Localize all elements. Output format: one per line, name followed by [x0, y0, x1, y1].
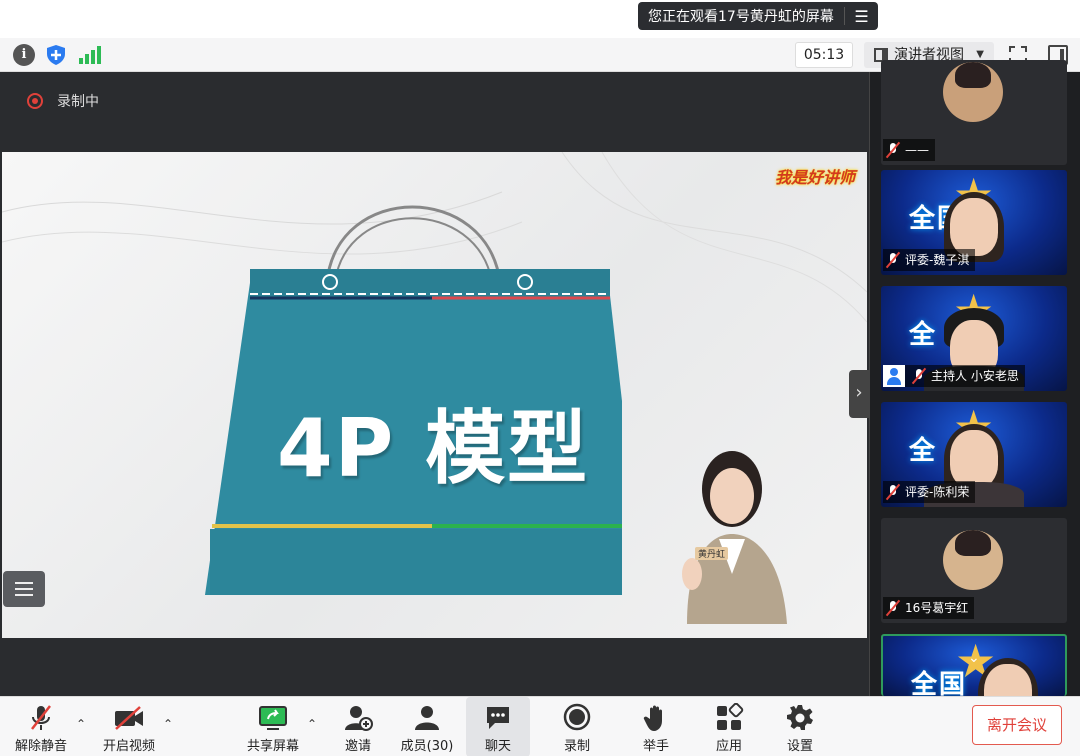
participant-label: —— — [883, 139, 935, 161]
signal-bar — [79, 58, 83, 64]
members-label: 成员(30) — [400, 739, 454, 754]
avatar — [943, 62, 1003, 122]
participant-face — [950, 430, 998, 488]
slide-logo: 我是好讲师 — [774, 168, 855, 187]
signal-bar — [85, 54, 89, 64]
mic-muted-icon — [12, 703, 70, 733]
recording-indicator: 录制中 — [27, 91, 99, 111]
gear-icon — [778, 703, 822, 733]
list-menu-icon[interactable]: ☰ — [845, 7, 878, 26]
avatar — [943, 530, 1003, 590]
participant-name: —— — [905, 143, 929, 157]
chevron-up-icon[interactable]: ⌃ — [76, 717, 86, 731]
participant-name: 16号葛宇红 — [905, 601, 969, 615]
start-video-label: 开启视频 — [102, 739, 155, 754]
chat-button[interactable]: 聊天 — [466, 697, 530, 756]
mic-muted-icon — [885, 600, 901, 616]
chevron-up-icon[interactable]: ⌃ — [307, 717, 317, 731]
apps-label: 应用 — [715, 739, 742, 754]
share-screen-button[interactable]: 共享屏幕 — [244, 697, 302, 756]
chat-icon — [466, 703, 530, 733]
list-toggle-button[interactable] — [3, 571, 45, 607]
participant-name: 评委-陈利荣 — [905, 485, 970, 499]
signal-bar — [97, 46, 101, 64]
watching-banner-text: 您正在观看17号黄丹虹的屏幕 — [648, 9, 834, 25]
presenter-name-badge: 黄丹虹 — [695, 547, 729, 560]
unmute-label: 解除静音 — [14, 739, 67, 754]
record-label: 录制 — [563, 739, 590, 754]
mic-muted-icon — [885, 252, 901, 268]
slide-title: 4P 模型 — [277, 402, 590, 495]
mic-muted-icon — [885, 142, 901, 158]
video-tile[interactable]: —— — [881, 60, 1067, 165]
hand-icon — [634, 703, 678, 733]
stage-banner: 全 — [909, 320, 938, 350]
participant-label: 16号葛宇红 — [883, 597, 975, 619]
control-bar: 解除静音 ⌃ 开启视频 ⌃ 共享屏幕 ⌃ 邀请 成员(30) 聊天 录制 举手 … — [0, 696, 1080, 756]
settings-label: 设置 — [786, 739, 813, 754]
shared-screen-stage: 录制中 我是好讲师 4P 模型 黄丹虹 › — [0, 72, 869, 696]
stage-banner: 全 — [909, 436, 938, 466]
meeting-window: 您正在观看17号黄丹虹的屏幕 ☰ i 05:13 演讲者视图 ▼ 录制中 我是好… — [0, 0, 1080, 756]
apps-button[interactable]: 应用 — [707, 697, 751, 756]
stage-banner: 全国 — [911, 670, 968, 696]
raise-hand-label: 举手 — [642, 739, 669, 754]
video-tile[interactable]: ★ 全 主持人 小安老思 — [881, 286, 1067, 391]
add-user-icon — [336, 703, 380, 733]
chevron-down-icon[interactable]: ⌄ — [968, 650, 980, 666]
participant-label: 主持人 小安老思 — [883, 365, 1025, 387]
shield-icon[interactable] — [45, 44, 67, 66]
start-video-button[interactable]: 开启视频 — [100, 697, 158, 756]
mic-muted-icon — [911, 368, 927, 384]
mic-muted-icon — [885, 484, 901, 500]
signal-icon[interactable] — [79, 46, 101, 64]
participant-name: 评委-魏子淇 — [905, 253, 970, 267]
participant-label: 评委-陈利荣 — [883, 481, 976, 503]
share-screen-label: 共享屏幕 — [246, 739, 299, 754]
video-tile[interactable]: ★ 全 评委-陈利荣 — [881, 402, 1067, 507]
chat-label: 聊天 — [484, 739, 511, 754]
top-strip: 您正在观看17号黄丹虹的屏幕 ☰ — [0, 0, 1080, 36]
meeting-timer: 05:13 — [795, 42, 853, 68]
record-dot-icon — [27, 93, 43, 109]
leave-meeting-button[interactable]: 离开会议 — [972, 705, 1062, 745]
host-user-icon — [883, 365, 905, 387]
presentation-slide: 我是好讲师 4P 模型 黄丹虹 — [2, 152, 867, 638]
raise-hand-button[interactable]: 举手 — [634, 697, 678, 756]
invite-label: 邀请 — [344, 739, 371, 754]
video-panel: —— ★ 全国 评委-魏子淇 ★ 全 主持人 小安老思 — [869, 60, 1080, 696]
presenter-figure — [682, 451, 787, 624]
participant-label: 评委-魏子淇 — [883, 249, 976, 271]
watching-banner: 您正在观看17号黄丹虹的屏幕 ☰ — [638, 2, 878, 30]
share-screen-icon — [244, 703, 302, 733]
participant-face — [950, 198, 998, 256]
apps-icon — [707, 702, 751, 733]
settings-button[interactable]: 设置 — [778, 697, 822, 756]
signal-bar — [91, 50, 95, 64]
recording-label: 录制中 — [57, 94, 99, 110]
record-button[interactable]: 录制 — [555, 697, 599, 756]
chevron-up-icon[interactable]: ⌃ — [163, 717, 173, 731]
unmute-button[interactable]: 解除静音 — [12, 697, 70, 756]
video-off-icon — [100, 703, 158, 733]
chevron-right-icon[interactable]: › — [849, 370, 869, 418]
video-tile[interactable]: ★ 全国 ⌄ — [881, 634, 1067, 696]
invite-button[interactable]: 邀请 — [336, 697, 380, 756]
members-icon — [398, 703, 456, 733]
video-tile[interactable]: 16号葛宇红 — [881, 518, 1067, 623]
record-icon — [555, 703, 599, 733]
info-icon[interactable]: i — [13, 44, 35, 66]
video-tile[interactable]: ★ 全国 评委-魏子淇 — [881, 170, 1067, 275]
members-button[interactable]: 成员(30) — [398, 697, 456, 756]
participant-name: 主持人 小安老思 — [931, 369, 1019, 383]
